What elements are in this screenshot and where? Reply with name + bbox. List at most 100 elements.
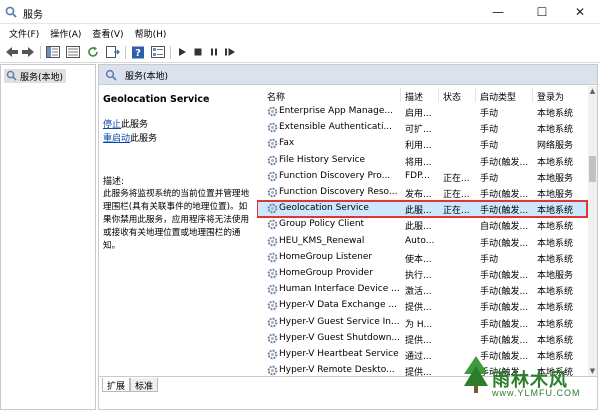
cell-desc: 执行... <box>405 271 432 281</box>
show-tree-icon <box>46 46 60 58</box>
table-row[interactable]: Human Interface Device ... 激活... 手动(触发... 本… <box>257 282 587 298</box>
cell-startup: 手动 <box>480 125 499 136</box>
table-row[interactable]: Group Policy Client 此服... 自动(触发... 本地系统 <box>257 217 587 233</box>
cell-logon: 本地系统 <box>537 157 574 168</box>
cell-desc: 通过... <box>405 352 432 362</box>
service-gear-icon <box>267 155 278 165</box>
export-list-button[interactable] <box>105 45 121 59</box>
cell-logon: 本地系统 <box>537 335 574 346</box>
minimize-icon: — <box>492 5 504 19</box>
service-gear-icon <box>267 284 278 295</box>
description-label: 描述: <box>103 177 125 187</box>
cell-logon: 本地系统 <box>537 222 574 233</box>
cell-startup: 手动(触发... <box>480 319 529 330</box>
services-icon <box>6 70 17 81</box>
properties-sheet-button[interactable] <box>150 45 166 59</box>
table-row[interactable]: Hyper-V Data Exchange ... 提供... 手动(触发... 本地… <box>257 298 587 314</box>
table-row-selected[interactable]: Geolocation Service 此服... 正在... 手动(触发... 本地系… <box>257 200 588 219</box>
menu-action[interactable]: 操作(A) <box>45 25 87 41</box>
cell-logon: 本地系统 <box>537 238 574 249</box>
show-tree-button[interactable] <box>45 45 61 59</box>
scroll-up-icon[interactable]: ▲ <box>589 87 596 95</box>
cell-name: Group Policy Client <box>279 219 365 230</box>
tree-node-services-local[interactable]: 服务(本地) <box>4 69 67 83</box>
column-header-startup-type[interactable]: 启动类型 <box>480 86 516 104</box>
table-row[interactable]: Enterprise App Manage... 启用... 手动 本地系统 <box>257 104 587 120</box>
maximize-button[interactable]: ☐ <box>522 0 562 24</box>
cell-logon: 本地系统 <box>537 109 574 119</box>
menu-view[interactable]: 查看(V) <box>87 25 129 41</box>
cell-startup: 手动 <box>480 254 499 265</box>
cell-logon: 本地系统 <box>537 125 574 136</box>
cell-name: Enterprise App Manage... <box>279 106 393 116</box>
service-gear-icon <box>267 122 278 133</box>
service-gear-icon <box>267 268 278 279</box>
stop-service-line: 停止此服务 <box>103 117 148 130</box>
cell-name: Hyper-V Guest Service In... <box>279 316 400 327</box>
pane-title: 服务(本地) <box>125 72 169 82</box>
service-gear-icon <box>267 171 278 182</box>
tab-extended[interactable]: 扩展 <box>102 378 131 392</box>
service-gear-icon <box>267 301 278 311</box>
cell-name: HomeGroup Provider <box>279 268 373 278</box>
help-button[interactable]: ? <box>130 45 146 59</box>
cell-startup: 手动(触发... <box>480 287 529 298</box>
table-row[interactable]: File History Service 将用... 手动(触发... 本地系统 <box>257 153 587 169</box>
cell-name: Hyper-V Remote Deskto... <box>279 365 395 376</box>
table-row[interactable]: HEU_KMS_Renewal Auto... 手动(触发... 本地系统 <box>257 234 587 250</box>
cell-desc: 启用... <box>405 109 432 119</box>
menu-file[interactable]: 文件(F) <box>4 25 45 41</box>
watermark-logo <box>464 356 488 393</box>
menu-help[interactable]: 帮助(H) <box>130 25 173 41</box>
cell-name: HEU_KMS_Renewal <box>279 235 365 246</box>
column-header-status[interactable]: 状态 <box>443 86 461 104</box>
column-header-description[interactable]: 描述 <box>405 86 423 104</box>
cell-name: Extensible Authenticati... <box>279 122 393 133</box>
maximize-icon: ☐ <box>536 5 548 19</box>
table-row[interactable]: Fax 利用... 手动 网络服务 <box>257 136 587 152</box>
cell-startup: 手动 <box>480 141 499 152</box>
cell-startup: 手动 <box>480 109 499 119</box>
service-gear-icon <box>267 365 278 376</box>
cell-logon: 网络服务 <box>537 141 574 152</box>
close-button[interactable]: ✕ <box>560 0 600 24</box>
properties-button[interactable] <box>65 45 81 59</box>
restart-link[interactable]: 重启动 <box>103 134 130 144</box>
cell-desc: 利用... <box>405 141 432 152</box>
table-row[interactable]: Function Discovery Reso... 发布... 正在... 手动(触… <box>257 185 587 201</box>
pause-service-button[interactable] <box>206 45 222 59</box>
service-gear-icon <box>267 333 278 344</box>
restart-service-button[interactable] <box>222 45 238 59</box>
cell-name: HomeGroup Listener <box>279 251 373 262</box>
forward-button[interactable] <box>20 45 36 59</box>
service-gear-icon <box>267 236 278 246</box>
cell-startup: 手动(触发... <box>480 190 529 200</box>
scroll-thumb[interactable] <box>589 156 596 182</box>
close-icon: ✕ <box>574 5 586 19</box>
table-row[interactable]: HomeGroup Provider 执行... 手动(触发... 本地服务 <box>257 266 587 282</box>
cell-startup: 手动(触发... <box>480 157 529 168</box>
table-row[interactable]: Hyper-V Guest Service In... 为 H... 手动(触发..… <box>257 315 587 331</box>
stop-service-button[interactable] <box>190 45 206 59</box>
service-gear-icon <box>267 106 278 117</box>
cell-name: Fax <box>279 138 295 149</box>
table-row[interactable]: HomeGroup Listener 使本... 手动 本地系统 <box>257 250 587 266</box>
stop-link[interactable]: 停止 <box>103 120 121 130</box>
vertical-scrollbar[interactable]: ▲ ▼ <box>588 86 597 376</box>
restart-service-line: 重启动此服务 <box>103 131 157 144</box>
start-service-button[interactable] <box>174 45 190 59</box>
tab-standard[interactable]: 标准 <box>130 378 159 392</box>
help-icon: ? <box>132 46 144 59</box>
cell-desc: 使本... <box>405 254 432 265</box>
forward-icon <box>22 47 34 57</box>
column-header-name[interactable]: 名称 <box>267 86 285 104</box>
table-row[interactable]: Hyper-V Guest Shutdown... 提供... 手动(触发... 本地… <box>257 331 587 347</box>
cell-startup: 手动 <box>480 173 499 184</box>
service-gear-icon <box>267 139 278 149</box>
table-row[interactable]: Extensible Authenticati... 可扩... 手动 本地系统 <box>257 120 587 136</box>
minimize-button[interactable]: — <box>478 0 518 24</box>
refresh-button[interactable] <box>85 45 101 59</box>
table-row[interactable]: Function Discovery Pro... FDP... 正在... 手动 本地… <box>257 169 587 185</box>
column-header-logon-as[interactable]: 登录为 <box>537 86 564 104</box>
back-button[interactable] <box>4 45 20 59</box>
